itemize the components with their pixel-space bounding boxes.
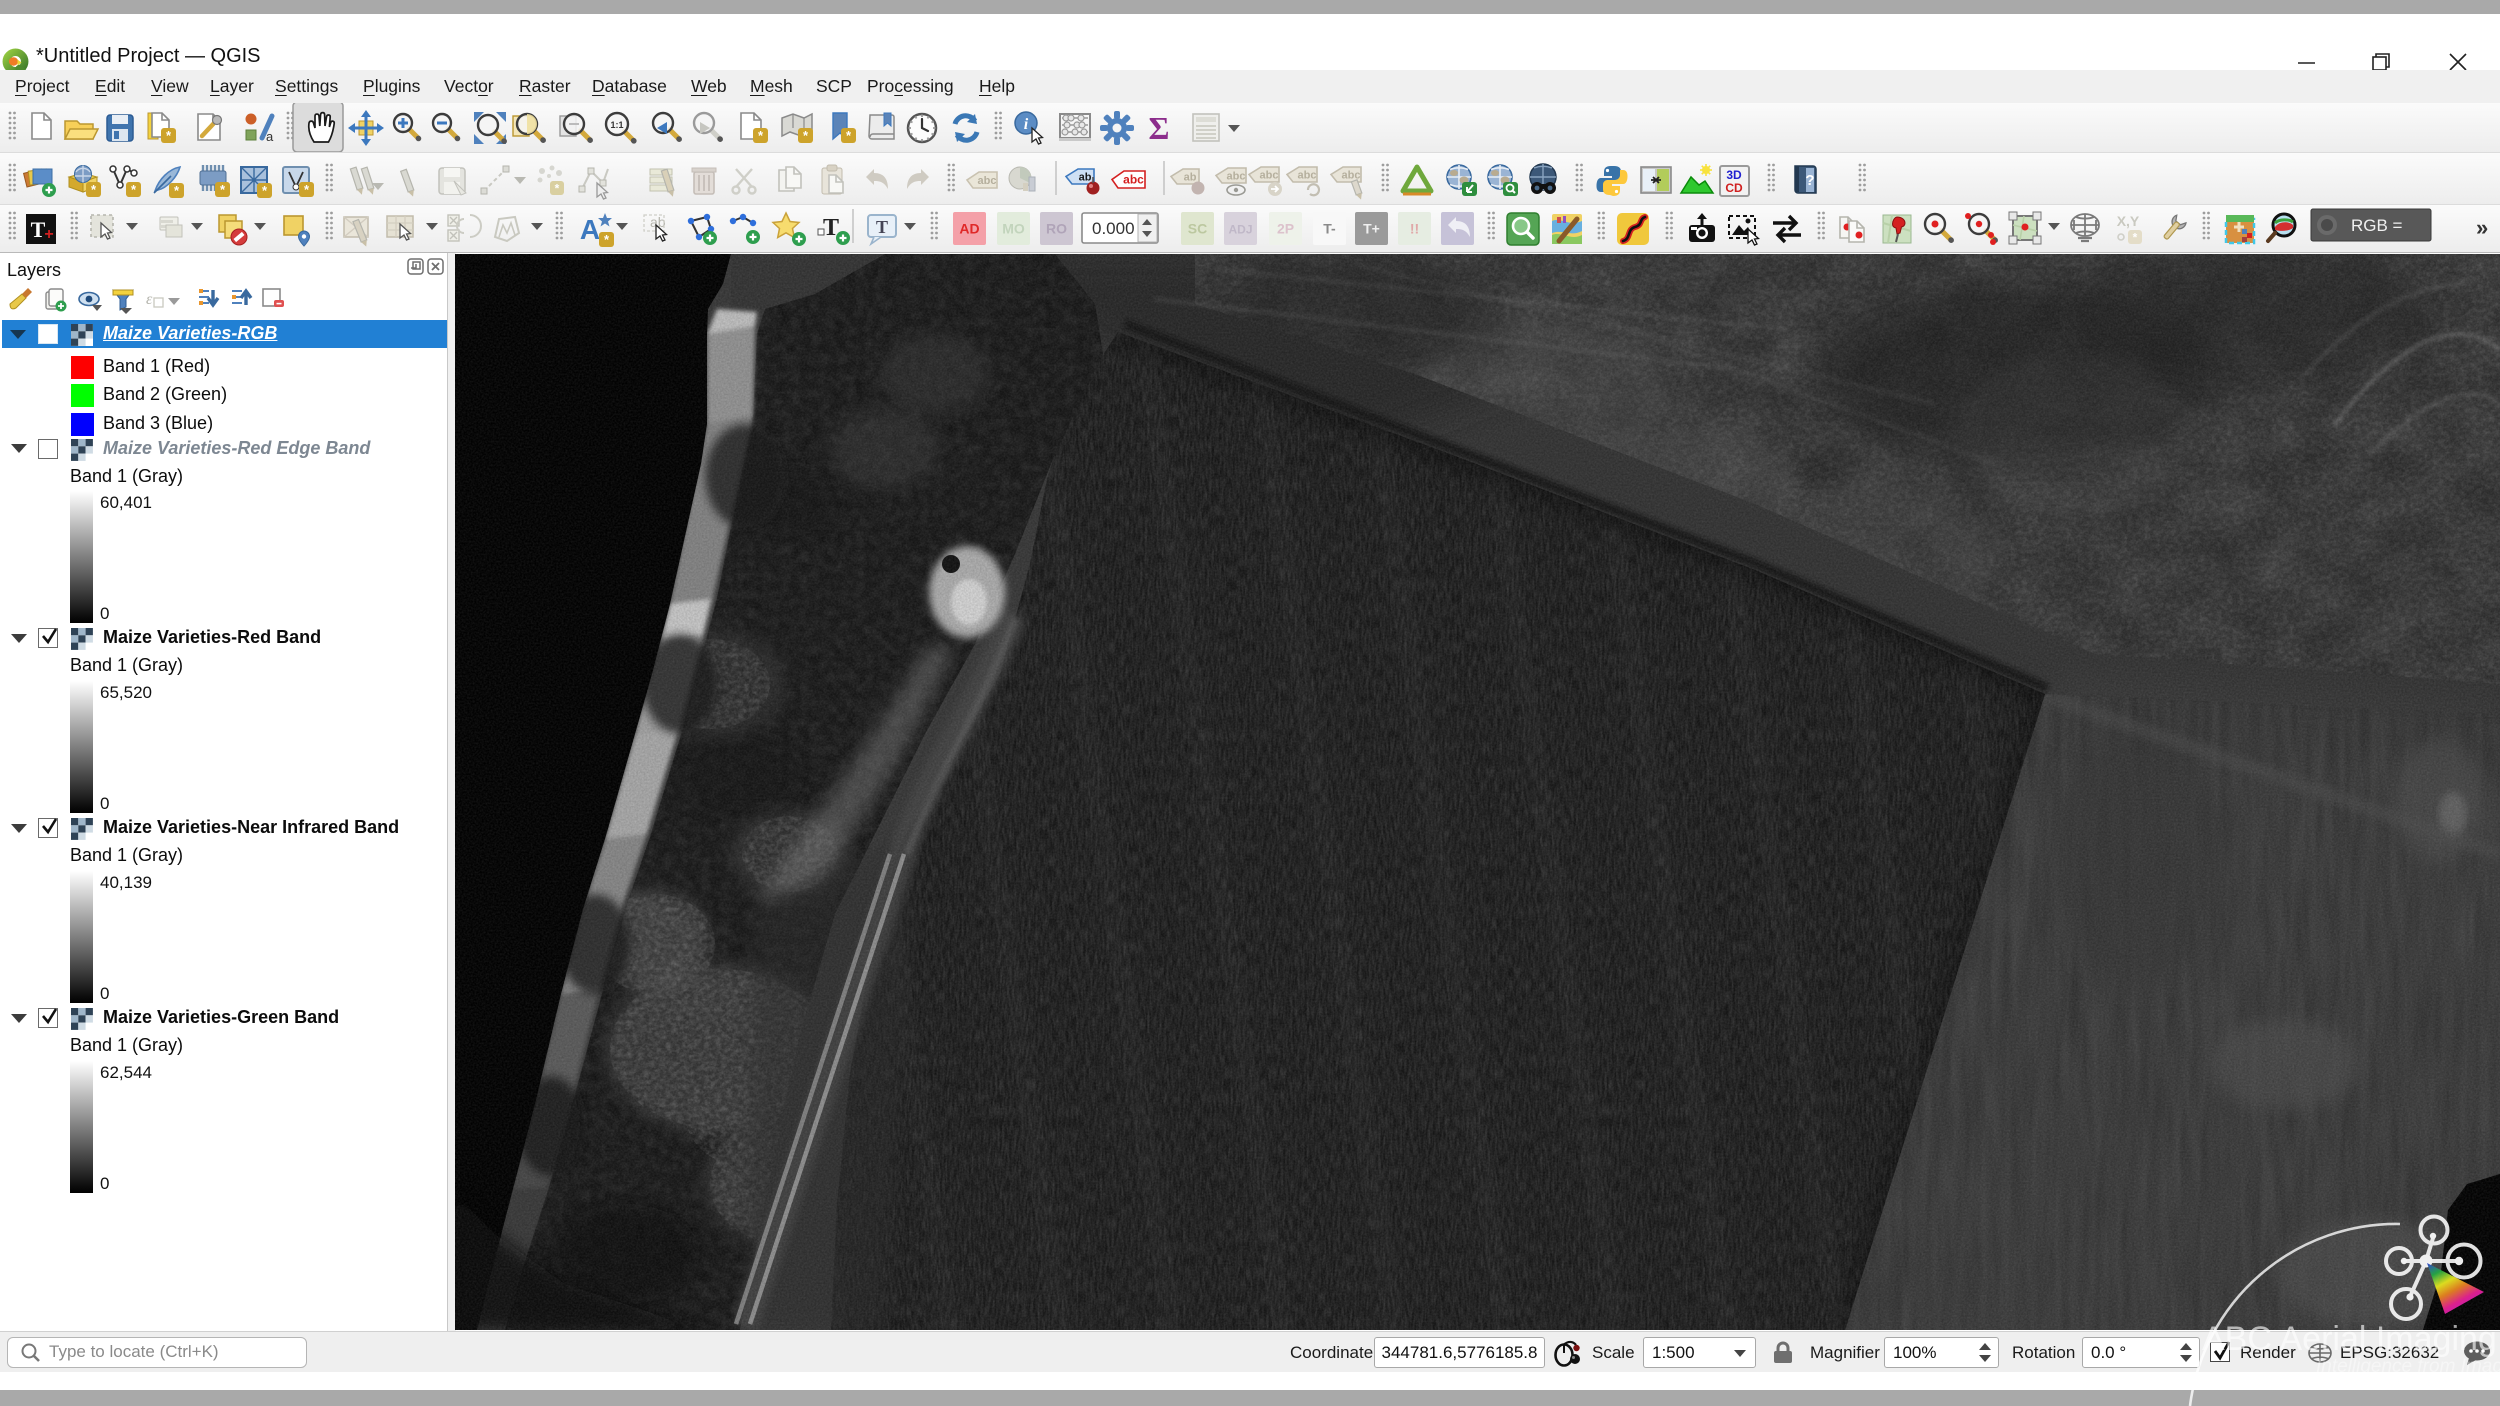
- svg-text:AD: AD: [959, 221, 979, 237]
- svg-text:MO: MO: [1002, 221, 1025, 237]
- svg-text:T-: T-: [1323, 221, 1336, 237]
- svg-text:abc: abc: [1298, 170, 1317, 182]
- svg-text:Σ: Σ: [1149, 110, 1170, 146]
- svg-text:abc: abc: [1260, 170, 1279, 182]
- svg-text:»: »: [2476, 215, 2488, 240]
- svg-text:a: a: [266, 129, 274, 144]
- svg-text:ADJ: ADJ: [1228, 223, 1252, 237]
- svg-text:CD: CD: [1725, 181, 1743, 195]
- svg-text:T+: T+: [1363, 221, 1380, 237]
- svg-text:abc: abc: [1227, 171, 1246, 183]
- svg-text:T: T: [876, 217, 888, 237]
- svg-text:+: +: [44, 226, 53, 243]
- svg-text:SC: SC: [1188, 221, 1207, 237]
- svg-text:X,Y: X,Y: [2117, 213, 2140, 229]
- svg-text:abc: abc: [1342, 170, 1361, 182]
- svg-text:3D: 3D: [1726, 168, 1742, 182]
- svg-text:A: A: [580, 214, 600, 245]
- svg-text:RGB =: RGB =: [2351, 216, 2403, 235]
- svg-text:RO: RO: [1046, 221, 1067, 237]
- svg-text:ab: ab: [1184, 172, 1197, 184]
- svg-text:!!: !!: [1410, 221, 1419, 237]
- svg-text:abc: abc: [1123, 173, 1144, 187]
- svg-text:i: i: [1024, 116, 1029, 133]
- svg-text:2P: 2P: [1277, 221, 1294, 237]
- svg-text:ε: ε: [146, 291, 153, 308]
- svg-text:1:1: 1:1: [610, 120, 623, 130]
- svg-text:abc: abc: [978, 175, 997, 187]
- svg-text:*: *: [2133, 231, 2138, 245]
- svg-text:ab: ab: [1079, 172, 1092, 184]
- svg-text:?: ?: [1805, 172, 1814, 189]
- svg-text:0.000: 0.000: [1092, 219, 1135, 238]
- svg-text:*: *: [555, 182, 560, 196]
